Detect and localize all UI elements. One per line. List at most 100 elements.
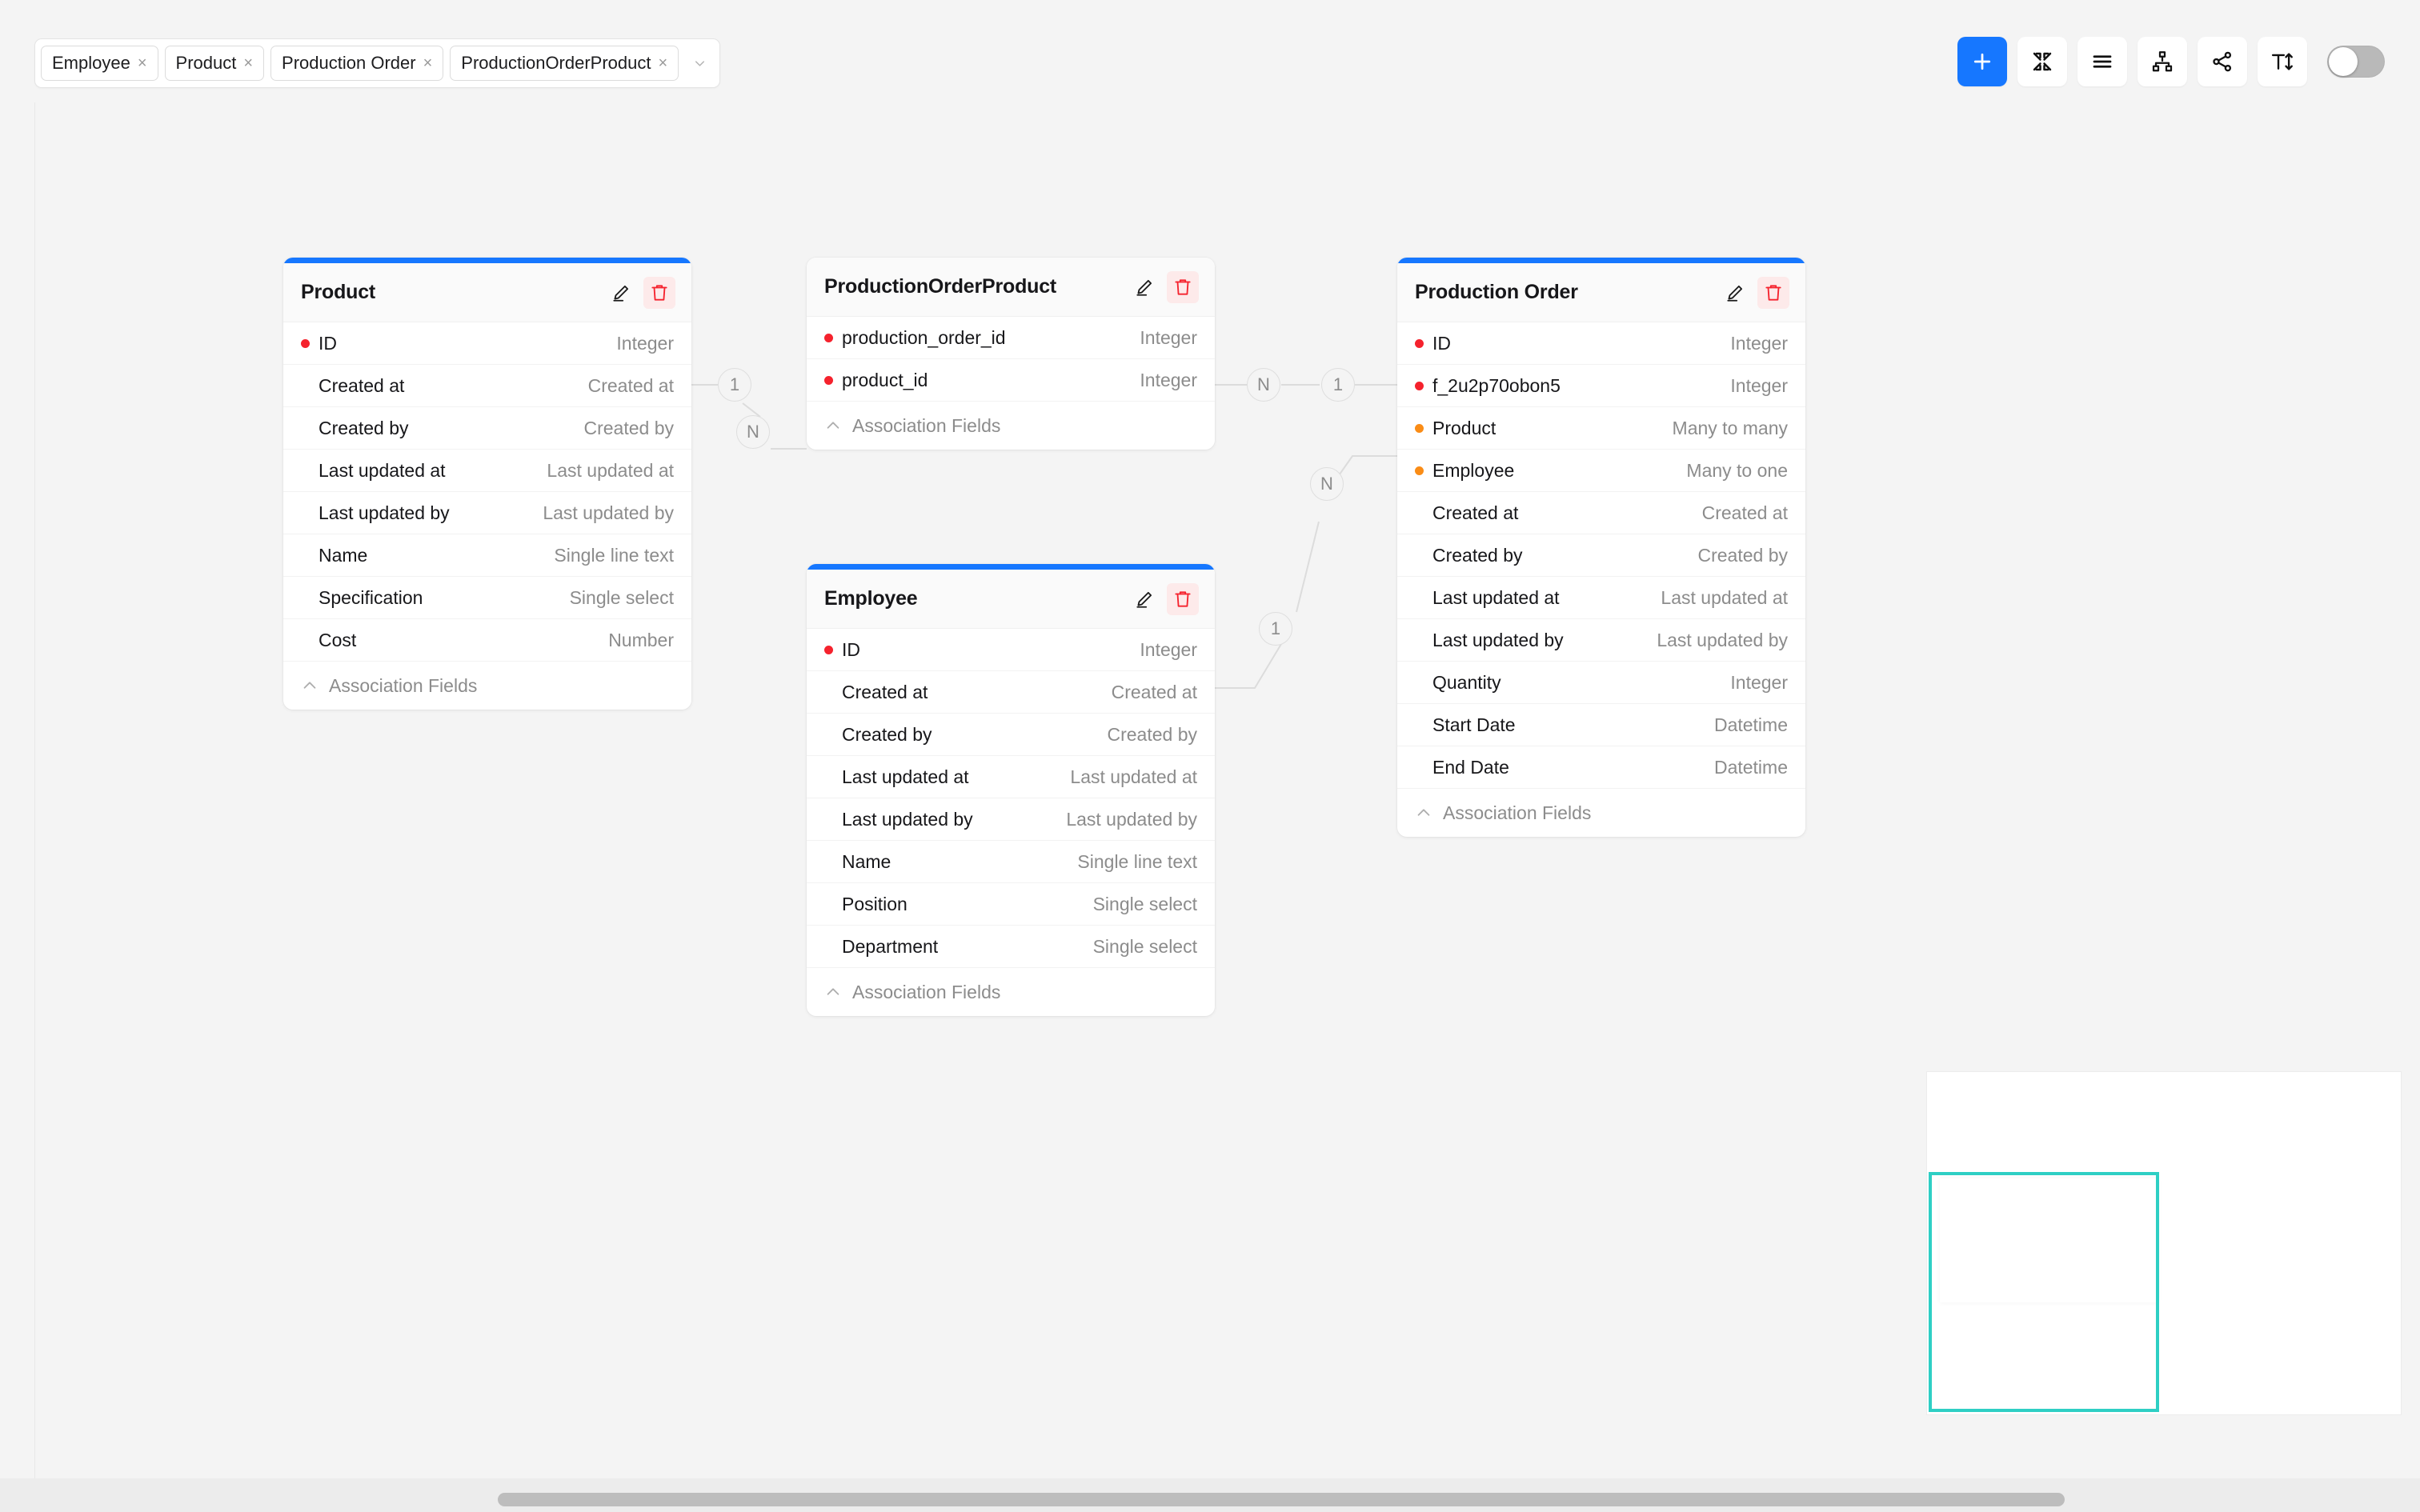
field-type: Integer (1140, 326, 1197, 348)
field-type: Datetime (1713, 756, 1788, 778)
field-type: Last updated by (1657, 629, 1788, 650)
field-row[interactable]: f_2u2p70obon5 Integer (1397, 365, 1805, 407)
field-row[interactable]: End Date Datetime (1397, 746, 1805, 789)
field-dot (1415, 763, 1424, 772)
close-icon[interactable]: × (423, 55, 433, 71)
cardinality-badge-one: 1 (1259, 612, 1292, 646)
field-name: Employee (1432, 459, 1515, 481)
field-row[interactable]: Created by Created by (807, 714, 1215, 756)
primary-key-dot (1415, 381, 1424, 390)
toolbar (1957, 37, 2385, 86)
field-row[interactable]: ID Integer (807, 629, 1215, 671)
tab-product[interactable]: Product × (164, 46, 265, 81)
trash-icon[interactable] (1167, 582, 1199, 615)
field-type: Single select (569, 586, 674, 608)
chevron-up-icon (301, 677, 319, 694)
field-name: Last updated at (842, 766, 969, 787)
field-row[interactable]: Quantity Integer (1397, 662, 1805, 704)
primary-key-dot (824, 645, 833, 654)
association-fields-toggle[interactable]: Association Fields (1397, 789, 1805, 837)
pencil-icon[interactable] (1128, 583, 1160, 615)
field-dot (1415, 551, 1424, 560)
field-type: Integer (1730, 374, 1788, 396)
entity-card-production-order[interactable]: Production Order ID Integer f_2u2p70obon5… (1397, 258, 1805, 837)
field-name: End Date (1432, 756, 1509, 778)
field-row[interactable]: Department Single select (807, 926, 1215, 968)
field-type: Integer (1140, 369, 1197, 390)
field-row[interactable]: product_id Integer (807, 359, 1215, 402)
field-type: Datetime (1713, 714, 1788, 735)
field-row[interactable]: Last updated by Last updated by (807, 798, 1215, 841)
association-fields-toggle[interactable]: Association Fields (283, 662, 691, 710)
field-row[interactable]: Employee Many to one (1397, 450, 1805, 492)
chevron-up-icon (1415, 804, 1432, 822)
field-type: Number (608, 629, 674, 650)
association-fields-toggle[interactable]: Association Fields (807, 402, 1215, 450)
add-button[interactable] (1957, 37, 2007, 86)
field-row[interactable]: Product Many to many (1397, 407, 1805, 450)
field-name: Last updated by (1432, 629, 1564, 650)
field-row[interactable]: Last updated by Last updated by (283, 492, 691, 534)
hierarchy-layout-button[interactable] (2138, 37, 2187, 86)
pencil-icon[interactable] (1719, 277, 1751, 309)
field-row[interactable]: Specification Single select (283, 577, 691, 619)
cardinality-badge-many: N (1310, 467, 1344, 501)
field-row[interactable]: Created at Created at (283, 365, 691, 407)
tab-employee[interactable]: Employee × (41, 46, 158, 81)
horizontal-scrollbar-thumb[interactable] (498, 1493, 2065, 1506)
minimap-viewport-indicator[interactable] (1929, 1172, 2159, 1412)
field-row[interactable]: Last updated by Last updated by (1397, 619, 1805, 662)
field-dot (824, 815, 833, 824)
field-type: Last updated at (1070, 766, 1197, 787)
display-mode-toggle[interactable] (2327, 46, 2385, 78)
field-row[interactable]: Start Date Datetime (1397, 704, 1805, 746)
field-name: Last updated by (319, 502, 450, 523)
card-header: Product (283, 263, 691, 322)
field-row[interactable]: Cost Number (283, 619, 691, 662)
field-row[interactable]: ID Integer (283, 322, 691, 365)
field-row[interactable]: Position Single select (807, 883, 1215, 926)
field-name: Product (1432, 417, 1496, 438)
association-fields-label: Association Fields (1443, 802, 1592, 823)
field-dot (1415, 678, 1424, 687)
field-row[interactable]: Last updated at Last updated at (283, 450, 691, 492)
tab-production-order-product[interactable]: ProductionOrderProduct × (450, 46, 679, 81)
pencil-icon[interactable] (1128, 271, 1160, 303)
field-row[interactable]: Created at Created at (1397, 492, 1805, 534)
field-name: Last updated by (842, 808, 973, 830)
field-row[interactable]: Last updated at Last updated at (1397, 577, 1805, 619)
pencil-icon[interactable] (605, 277, 637, 309)
field-row[interactable]: Created at Created at (807, 671, 1215, 714)
association-fields-toggle[interactable]: Association Fields (807, 968, 1215, 1016)
fit-view-button[interactable] (2017, 37, 2067, 86)
primary-key-dot (824, 333, 833, 342)
text-height-icon[interactable] (2258, 37, 2307, 86)
field-row[interactable]: Name Single line text (807, 841, 1215, 883)
field-row[interactable]: Created by Created by (1397, 534, 1805, 577)
close-icon[interactable]: × (243, 55, 253, 71)
chevron-down-icon[interactable] (685, 46, 714, 81)
entity-card-production-order-product[interactable]: ProductionOrderProduct production_order_… (807, 258, 1215, 450)
top-bar: Employee × Product × Production Order × … (0, 0, 2420, 102)
field-row[interactable]: Name Single line text (283, 534, 691, 577)
field-row[interactable]: production_order_id Integer (807, 317, 1215, 359)
field-dot (824, 730, 833, 739)
tab-label: Production Order (282, 53, 416, 73)
card-header-actions (1128, 582, 1199, 615)
entity-card-employee[interactable]: Employee ID Integer Created at Created at … (807, 564, 1215, 1016)
entity-card-product[interactable]: Product ID Integer Created at Created at C… (283, 258, 691, 710)
field-row[interactable]: ID Integer (1397, 322, 1805, 365)
trash-icon[interactable] (1757, 276, 1789, 309)
card-header-actions (1719, 276, 1789, 309)
tab-production-order[interactable]: Production Order × (270, 46, 444, 81)
field-row[interactable]: Created by Created by (283, 407, 691, 450)
close-icon[interactable]: × (659, 55, 668, 71)
list-view-button[interactable] (2077, 37, 2127, 86)
close-icon[interactable]: × (138, 55, 147, 71)
trash-icon[interactable] (643, 276, 675, 309)
cardinality-badge-one: 1 (718, 368, 751, 402)
card-header: Employee (807, 570, 1215, 629)
trash-icon[interactable] (1167, 270, 1199, 303)
share-icon[interactable] (2198, 37, 2247, 86)
field-row[interactable]: Last updated at Last updated at (807, 756, 1215, 798)
